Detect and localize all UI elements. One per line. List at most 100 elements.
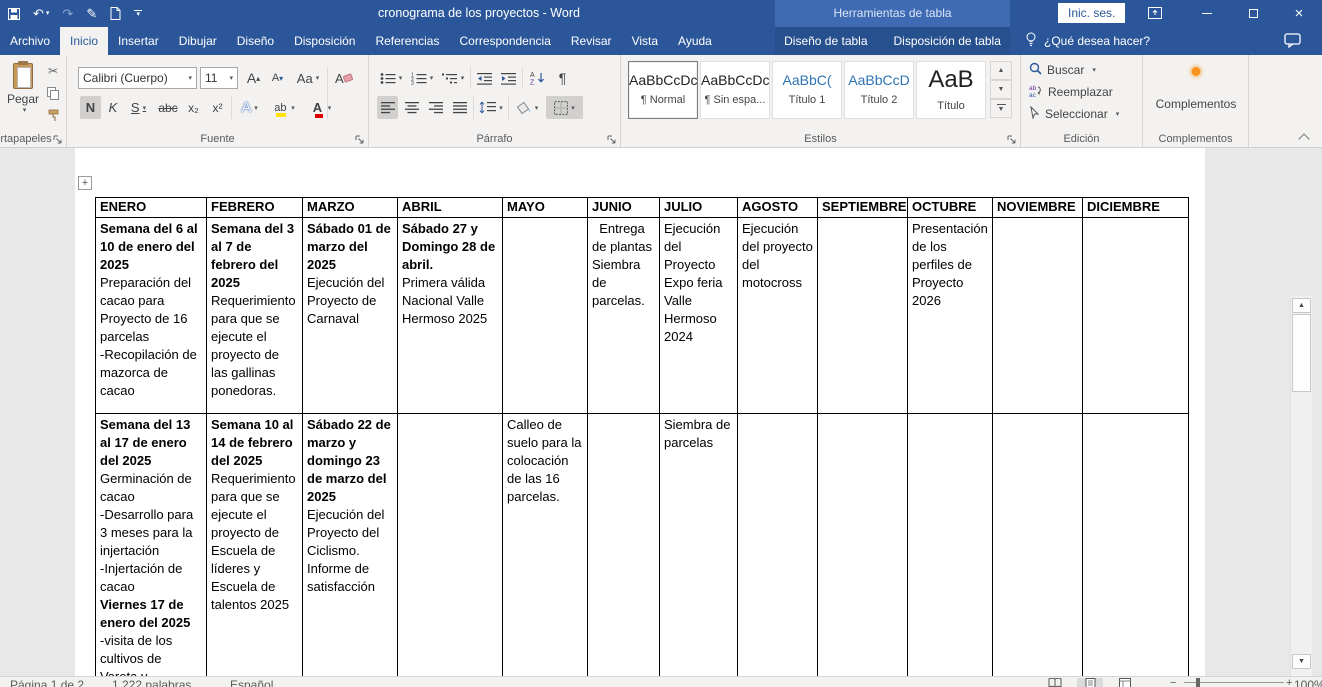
numbering-icon[interactable]: 123▾ bbox=[408, 67, 436, 89]
format-painter-icon[interactable] bbox=[44, 106, 62, 124]
redo-icon[interactable]: ↷ bbox=[62, 7, 73, 20]
styles-scroll-up-icon[interactable]: ▲ bbox=[990, 61, 1012, 80]
tab-referencias[interactable]: Referencias bbox=[365, 27, 449, 55]
font-family-combobox[interactable]: Calibri (Cuerpo)▾ bbox=[78, 67, 197, 89]
font-color-icon[interactable]: A ▾ bbox=[306, 96, 338, 119]
tab-dibujar[interactable]: Dibujar bbox=[169, 27, 227, 55]
close-button[interactable]: × bbox=[1276, 0, 1322, 27]
table-cell[interactable]: Semana 10 al 14 de febrero del 2025Reque… bbox=[207, 414, 303, 677]
tab-diseno[interactable]: Diseño bbox=[227, 27, 284, 55]
zoom-slider-thumb[interactable] bbox=[1196, 678, 1200, 687]
table-cell[interactable]: Semana del 13 al 17 de enero del 2025Ger… bbox=[96, 414, 207, 677]
table-header-cell[interactable]: ENERO bbox=[96, 198, 207, 218]
cut-icon[interactable]: ✂ bbox=[44, 62, 62, 80]
bullets-icon[interactable]: ▾ bbox=[377, 67, 405, 89]
table-cell[interactable]: Sábado 22 de marzo y domingo 23 de marzo… bbox=[303, 414, 398, 677]
table-cell[interactable] bbox=[818, 218, 908, 414]
tab-disposicion[interactable]: Disposición bbox=[284, 27, 365, 55]
table-cell[interactable] bbox=[738, 414, 818, 677]
tab-disposicion-de-tabla[interactable]: Disposición de tabla bbox=[884, 27, 1011, 55]
font-size-combobox[interactable]: 11▾ bbox=[200, 67, 238, 89]
find-button[interactable]: Buscar▾ bbox=[1029, 61, 1096, 79]
zoom-level[interactable]: 100% bbox=[1294, 678, 1322, 687]
subscript-button[interactable]: x₂ bbox=[183, 96, 204, 119]
tab-inicio[interactable]: Inicio bbox=[60, 27, 108, 55]
comment-icon[interactable] bbox=[1284, 33, 1301, 53]
strikethrough-button[interactable]: abc bbox=[156, 96, 180, 119]
style-titulo[interactable]: AaBTítulo bbox=[916, 61, 986, 119]
new-document-icon[interactable] bbox=[110, 7, 121, 20]
tab-correspondencia[interactable]: Correspondencia bbox=[449, 27, 560, 55]
table-header-cell[interactable]: SEPTIEMBRE bbox=[818, 198, 908, 218]
show-paragraph-marks-icon[interactable]: ¶ bbox=[552, 67, 573, 89]
tab-vista[interactable]: Vista bbox=[622, 27, 668, 55]
table-header-cell[interactable]: MAYO bbox=[503, 198, 588, 218]
table-cell[interactable]: Calleo de suelo para la colocación de la… bbox=[503, 414, 588, 677]
highlight-color-icon[interactable]: ab ▾ bbox=[269, 96, 300, 119]
customize-qat-icon[interactable]: ▾ bbox=[134, 10, 142, 17]
zoom-in-icon[interactable]: + bbox=[1286, 677, 1292, 687]
align-right-button[interactable] bbox=[425, 96, 446, 119]
table-cell[interactable] bbox=[503, 218, 588, 414]
zoom-out-icon[interactable]: − bbox=[1170, 677, 1176, 687]
styles-gallery-expand-icon[interactable]: ▼ bbox=[990, 99, 1012, 118]
replace-button[interactable]: abac Reemplazar bbox=[1029, 83, 1113, 101]
tab-diseno-de-tabla[interactable]: Diseño de tabla bbox=[774, 27, 877, 55]
table-cell[interactable]: Sábado 27 y Domingo 28 de abril.Primera … bbox=[398, 218, 503, 414]
bold-button[interactable]: N bbox=[80, 96, 101, 119]
table-header-cell[interactable]: OCTUBRE bbox=[908, 198, 993, 218]
table-header-cell[interactable]: JUNIO bbox=[588, 198, 660, 218]
clipboard-dialog-launcher-icon[interactable] bbox=[53, 134, 63, 144]
tell-me-assistant[interactable]: ¿Qué desea hacer? bbox=[1025, 27, 1150, 55]
ribbon-display-options-icon[interactable] bbox=[1147, 6, 1163, 20]
text-effects-icon[interactable]: A▾ bbox=[236, 96, 263, 119]
print-layout-icon[interactable] bbox=[1077, 678, 1103, 687]
vertical-scrollbar-thumb[interactable] bbox=[1292, 314, 1311, 392]
select-button[interactable]: Seleccionar▾ bbox=[1029, 105, 1119, 123]
table-cell[interactable]: Semana del 3 al 7 de febrero del 2025Req… bbox=[207, 218, 303, 414]
increase-indent-icon[interactable] bbox=[498, 67, 519, 89]
table-header-cell[interactable]: JULIO bbox=[660, 198, 738, 218]
sort-icon[interactable]: AZ bbox=[526, 67, 549, 89]
read-mode-icon[interactable] bbox=[1042, 678, 1068, 687]
scroll-up-icon[interactable]: ▲ bbox=[1292, 298, 1311, 313]
table-cell[interactable]: Sábado 01 de marzo del 2025Ejecución del… bbox=[303, 218, 398, 414]
paragraph-dialog-launcher-icon[interactable] bbox=[607, 134, 617, 144]
font-dialog-launcher-icon[interactable] bbox=[355, 134, 365, 144]
shrink-font-icon[interactable]: A▾ bbox=[267, 67, 288, 89]
table-header-cell[interactable]: AGOSTO bbox=[738, 198, 818, 218]
style--normal[interactable]: AaBbCcDc¶ Normal bbox=[628, 61, 698, 119]
tab-archivo[interactable]: Archivo bbox=[0, 27, 60, 55]
table-header-cell[interactable]: DICIEMBRE bbox=[1083, 198, 1189, 218]
grow-font-icon[interactable]: A▴ bbox=[242, 67, 265, 89]
table-header-cell[interactable]: ABRIL bbox=[398, 198, 503, 218]
addins-button[interactable]: Complementos bbox=[1151, 59, 1241, 121]
align-left-button[interactable] bbox=[377, 96, 398, 119]
web-layout-icon[interactable] bbox=[1112, 678, 1138, 687]
tab-ayuda[interactable]: Ayuda bbox=[668, 27, 722, 55]
maximize-button[interactable] bbox=[1230, 0, 1276, 27]
align-center-button[interactable] bbox=[401, 96, 422, 119]
table-cell[interactable] bbox=[818, 414, 908, 677]
justify-button[interactable] bbox=[449, 96, 470, 119]
table-header-cell[interactable]: MARZO bbox=[303, 198, 398, 218]
sign-in-button[interactable]: Inic. ses. bbox=[1058, 3, 1125, 23]
scroll-down-icon[interactable]: ▼ bbox=[1292, 654, 1311, 669]
clear-formatting-icon[interactable]: A bbox=[331, 67, 357, 89]
tab-insertar[interactable]: Insertar bbox=[108, 27, 169, 55]
table-cell[interactable] bbox=[1083, 414, 1189, 677]
table-cell[interactable]: Semana del 6 al 10 de enero del 2025Prep… bbox=[96, 218, 207, 414]
document-page[interactable]: + ENEROFEBREROMARZOABRILMAYOJUNIOJULIOAG… bbox=[75, 148, 1205, 676]
language-status[interactable]: Español bbox=[230, 678, 273, 687]
table-cell[interactable]: Ejecución del proyecto del motocross bbox=[738, 218, 818, 414]
table-cell[interactable]: Ejecución del Proyecto Expo feria Valle … bbox=[660, 218, 738, 414]
page-number-status[interactable]: Página 1 de 2 bbox=[10, 678, 84, 687]
table-cell[interactable] bbox=[993, 218, 1083, 414]
underline-button[interactable]: S▾ bbox=[125, 96, 152, 119]
style-titulo-2[interactable]: AaBbCcDTítulo 2 bbox=[844, 61, 914, 119]
shading-icon[interactable]: ▾ bbox=[512, 96, 542, 119]
undo-icon[interactable]: ↶▾ bbox=[33, 7, 49, 20]
italic-button[interactable]: K bbox=[104, 96, 122, 119]
minimize-button[interactable] bbox=[1184, 0, 1230, 27]
table-header-cell[interactable]: FEBRERO bbox=[207, 198, 303, 218]
